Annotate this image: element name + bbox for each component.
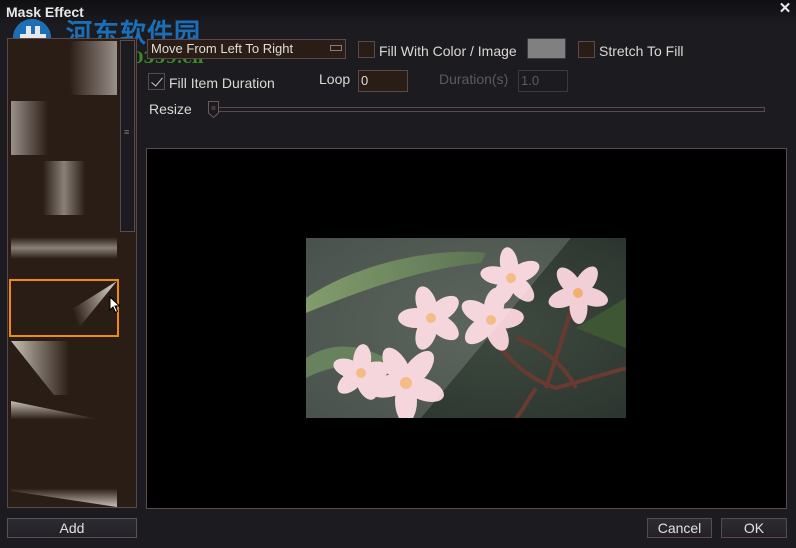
- loop-label: Loop: [319, 71, 351, 87]
- mask-thumb-trapezoid-frame[interactable]: [11, 401, 117, 507]
- mask-thumb-horizontal-bar[interactable]: [11, 221, 117, 275]
- mask-list: [7, 38, 137, 508]
- dropdown-icon: [330, 45, 342, 51]
- resize-slider-thumb[interactable]: [208, 101, 219, 118]
- fill-with-color-label: Fill With Color / Image: [379, 43, 517, 59]
- cancel-button[interactable]: Cancel: [647, 518, 712, 538]
- preview-panel: [146, 148, 787, 509]
- close-icon[interactable]: ✕: [778, 1, 792, 16]
- fill-item-duration-checkbox[interactable]: [148, 73, 165, 90]
- fill-item-duration-label: Fill Item Duration: [169, 75, 275, 91]
- mask-thumb-diagonal-wipe[interactable]: [9, 279, 119, 337]
- mask-thumb-fade-right[interactable]: [11, 41, 117, 95]
- transition-dropdown[interactable]: Move From Left To Right: [147, 39, 346, 59]
- duration-label: Duration(s): [439, 71, 509, 87]
- preview-image: [306, 238, 626, 418]
- loop-input[interactable]: 0: [358, 70, 408, 92]
- fill-color-swatch[interactable]: [527, 38, 566, 59]
- fill-with-color-checkbox[interactable]: [358, 41, 375, 58]
- mask-list-scrollbar[interactable]: ≡: [120, 40, 135, 232]
- resize-slider[interactable]: [212, 107, 765, 112]
- mouse-cursor-icon: [109, 296, 121, 314]
- mask-thumb-diagonal-wedge[interactable]: [11, 341, 117, 395]
- duration-input[interactable]: 1.0: [518, 70, 568, 92]
- stretch-to-fill-label: Stretch To Fill: [599, 43, 684, 59]
- transition-value: Move From Left To Right: [151, 41, 294, 56]
- mask-thumb-vertical-bar[interactable]: [11, 161, 117, 215]
- add-button[interactable]: Add: [7, 518, 137, 538]
- resize-label: Resize: [149, 101, 192, 117]
- mask-thumb-fade-left[interactable]: [11, 101, 117, 155]
- scroll-grip-icon: ≡: [124, 127, 130, 137]
- ok-button[interactable]: OK: [721, 518, 787, 538]
- stretch-to-fill-checkbox[interactable]: [578, 41, 595, 58]
